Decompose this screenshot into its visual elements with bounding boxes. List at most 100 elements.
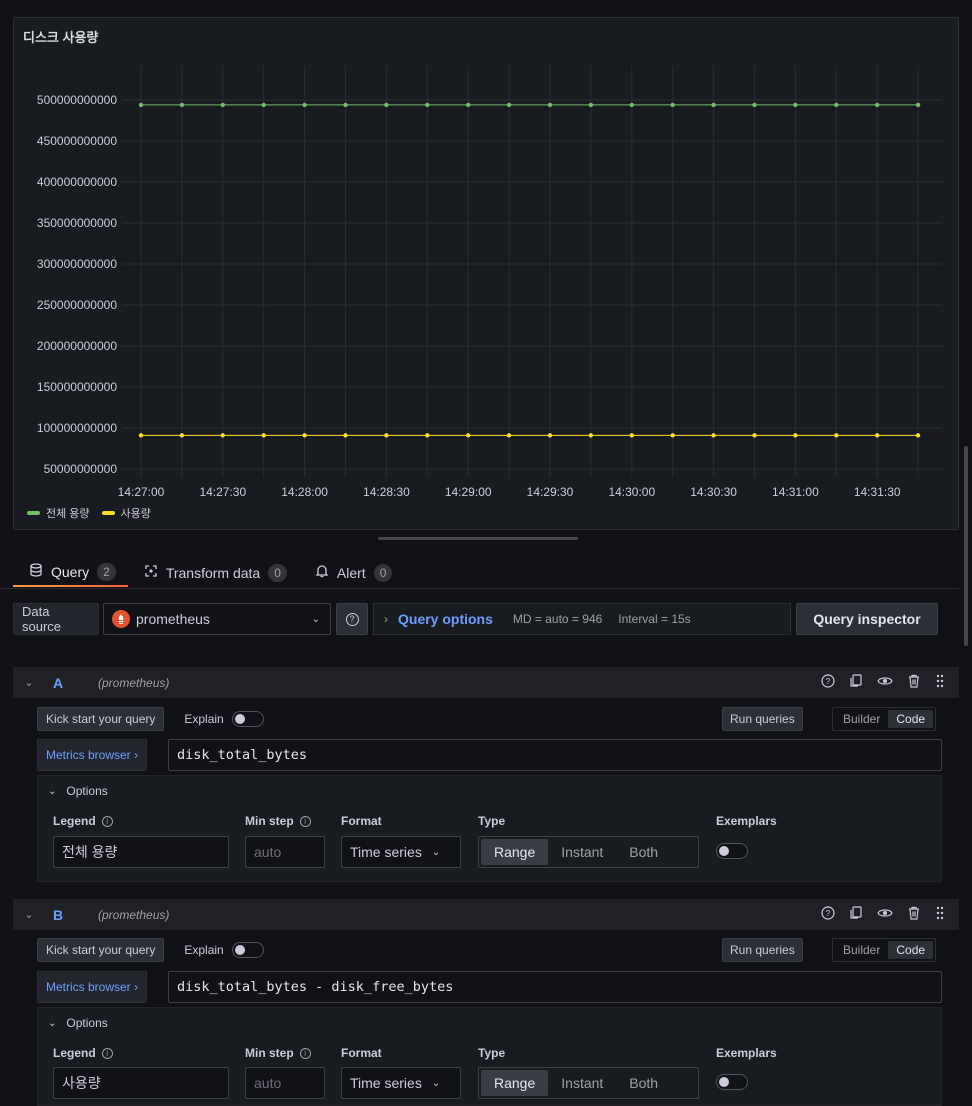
type-radio-group[interactable]: Range Instant Both xyxy=(478,836,699,868)
options-toggle[interactable]: ⌄ Options xyxy=(48,1016,108,1030)
timeseries-chart[interactable]: 500000000000 450000000000 400000000000 3500… xyxy=(14,18,960,531)
chevron-down-icon: ⌄ xyxy=(431,846,441,858)
query-row-header-a[interactable]: ⌄ A (prometheus) ? xyxy=(13,667,959,698)
mode-code[interactable]: Code xyxy=(888,710,934,728)
explain-switch[interactable] xyxy=(231,942,264,958)
exemplars-switch[interactable] xyxy=(716,1074,748,1090)
x-tick-label: 14:27:00 xyxy=(118,485,165,499)
format-value: Time series xyxy=(350,844,422,860)
type-instant[interactable]: Instant xyxy=(548,839,616,865)
explain-toggle[interactable]: Explain xyxy=(184,711,264,727)
legend-item-used[interactable]: 사용량 xyxy=(101,505,151,521)
datasource-help-button[interactable]: ? xyxy=(336,603,368,635)
help-icon[interactable]: ? xyxy=(821,674,835,691)
bell-icon xyxy=(315,564,329,581)
data-point xyxy=(384,102,389,108)
legend-input[interactable]: 사용량 xyxy=(53,1067,229,1099)
format-select[interactable]: Time series ⌄ xyxy=(341,836,461,868)
editor-mode-switch[interactable]: Builder Code xyxy=(832,707,937,731)
format-value: Time series xyxy=(350,1075,422,1091)
x-tick-label: 14:31:00 xyxy=(772,485,819,499)
data-point xyxy=(875,433,880,438)
mode-builder[interactable]: Builder xyxy=(835,710,888,728)
query-row-actions: ? xyxy=(821,674,945,691)
duplicate-icon[interactable] xyxy=(849,674,863,691)
type-instant[interactable]: Instant xyxy=(548,1070,616,1096)
metrics-browser-button[interactable]: Metrics browser › xyxy=(37,739,148,771)
type-label: Type xyxy=(478,814,506,828)
data-point xyxy=(875,102,880,108)
label-text: Legend xyxy=(53,1046,96,1060)
data-point xyxy=(915,102,921,108)
type-both[interactable]: Both xyxy=(616,839,671,865)
data-point xyxy=(466,102,471,108)
legend-swatch-used xyxy=(101,511,115,515)
query-code-input[interactable]: disk_total_bytes xyxy=(168,739,942,771)
type-label: Type xyxy=(478,1046,506,1060)
trash-icon[interactable] xyxy=(907,674,921,691)
query-ref-id[interactable]: A xyxy=(45,675,85,691)
y-tick-label: 400000000000 xyxy=(37,175,117,189)
tab-alert[interactable]: Alert 0 xyxy=(299,558,404,587)
query-ref-id[interactable]: B xyxy=(45,907,85,923)
info-icon[interactable]: i xyxy=(299,815,311,827)
trash-icon[interactable] xyxy=(907,906,921,923)
type-range[interactable]: Range xyxy=(481,1070,549,1096)
type-both[interactable]: Both xyxy=(616,1070,671,1096)
run-queries-button[interactable]: Run queries xyxy=(722,938,803,962)
info-icon[interactable]: i xyxy=(299,1047,311,1059)
pane-resize-handle[interactable] xyxy=(378,537,578,540)
y-tick-label: 300000000000 xyxy=(37,257,117,271)
info-icon[interactable]: i xyxy=(101,1047,113,1059)
drag-handle-icon[interactable] xyxy=(935,906,945,923)
format-label: Format xyxy=(341,814,382,828)
query-options-bar[interactable]: › Query options MD = auto = 946 Interval… xyxy=(373,603,791,635)
data-point xyxy=(179,102,185,108)
chevron-down-icon[interactable]: ⌄ xyxy=(13,676,45,689)
mode-code[interactable]: Code xyxy=(888,941,934,959)
drag-handle-icon[interactable] xyxy=(935,674,945,691)
duplicate-icon[interactable] xyxy=(849,906,863,923)
min-step-input[interactable]: auto xyxy=(245,836,325,868)
x-tick-label: 14:29:30 xyxy=(527,485,574,499)
legend-input[interactable]: 전체 용량 xyxy=(53,836,229,868)
type-range[interactable]: Range xyxy=(481,839,549,865)
kick-start-button[interactable]: Kick start your query xyxy=(37,938,165,962)
query-datasource-name: (prometheus) xyxy=(98,675,170,690)
data-point xyxy=(179,433,185,438)
query-code-input[interactable]: disk_total_bytes - disk_free_bytes xyxy=(168,971,942,1003)
options-toggle[interactable]: ⌄ Options xyxy=(48,784,108,798)
info-icon[interactable]: i xyxy=(101,815,113,827)
min-step-input[interactable]: auto xyxy=(245,1067,325,1099)
query-options-title: Query options xyxy=(398,611,493,627)
datasource-select[interactable]: prometheus ⌄ xyxy=(103,603,331,635)
mode-builder[interactable]: Builder xyxy=(835,941,888,959)
legend-item-total[interactable]: 전체 용량 xyxy=(27,505,90,521)
tab-transform[interactable]: Transform data 0 xyxy=(128,558,299,587)
explain-switch[interactable] xyxy=(231,711,264,727)
legend-field-label: Legend i xyxy=(53,814,113,828)
scrollbar[interactable] xyxy=(964,446,968,646)
query-inspector-button[interactable]: Query inspector xyxy=(796,603,938,635)
eye-icon[interactable] xyxy=(877,674,893,691)
explain-toggle[interactable]: Explain xyxy=(184,942,264,958)
query-row-header-b[interactable]: ⌄ B (prometheus) ? xyxy=(13,899,959,930)
data-point xyxy=(302,433,307,438)
svg-text:?: ? xyxy=(826,909,831,918)
exemplars-switch[interactable] xyxy=(716,843,748,859)
kick-start-button[interactable]: Kick start your query xyxy=(37,707,165,731)
tab-query[interactable]: Query 2 xyxy=(13,558,128,587)
run-queries-button[interactable]: Run queries xyxy=(722,707,803,731)
editor-mode-switch[interactable]: Builder Code xyxy=(832,938,937,962)
format-select[interactable]: Time series ⌄ xyxy=(341,1067,461,1099)
prometheus-logo-icon xyxy=(112,610,130,628)
data-point xyxy=(506,102,512,108)
data-point xyxy=(261,433,266,438)
type-radio-group[interactable]: Range Instant Both xyxy=(478,1067,699,1099)
chevron-down-icon[interactable]: ⌄ xyxy=(13,908,45,921)
database-icon xyxy=(29,563,43,580)
legend-swatch-total xyxy=(27,511,40,515)
help-icon[interactable]: ? xyxy=(821,906,835,923)
eye-icon[interactable] xyxy=(877,906,893,923)
metrics-browser-button[interactable]: Metrics browser › xyxy=(37,971,148,1003)
